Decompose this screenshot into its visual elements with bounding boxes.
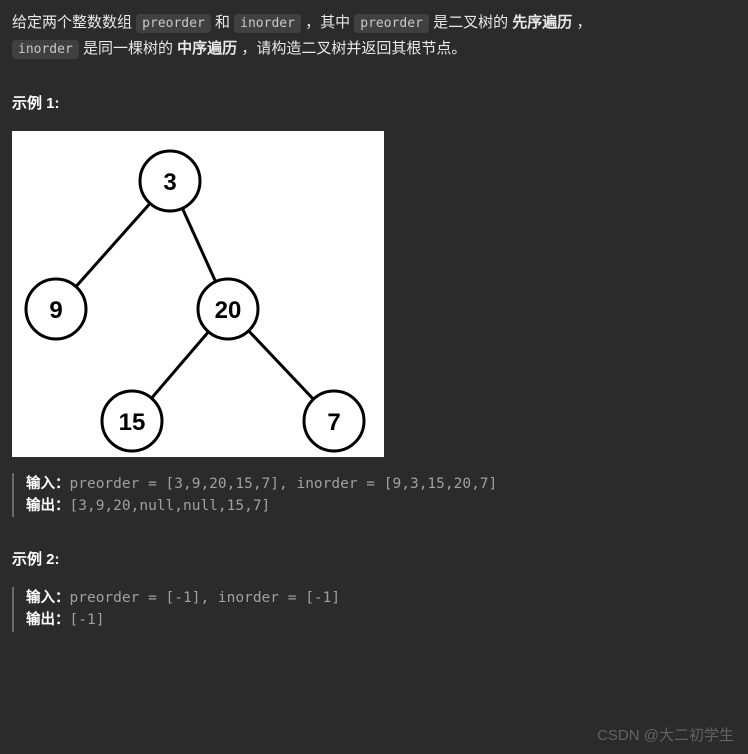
svg-text:20: 20 (215, 297, 242, 324)
tree-node-left: 9 (26, 279, 86, 339)
input-label: 输入： (26, 590, 70, 606)
code-inorder: inorder (12, 40, 79, 59)
input-value: preorder = [3,9,20,15,7], inorder = [9,3… (70, 476, 498, 492)
svg-text:7: 7 (327, 409, 340, 436)
svg-text:15: 15 (119, 409, 146, 436)
example1-io: 输入：preorder = [3,9,20,15,7], inorder = [… (12, 473, 736, 518)
io-line: 输出：[3,9,20,null,null,15,7] (26, 495, 736, 517)
desc-text: 是二叉树的 (433, 14, 508, 31)
code-preorder: preorder (136, 14, 211, 33)
input-label: 输入： (26, 476, 70, 492)
svg-text:3: 3 (163, 169, 176, 196)
tree-diagram: 3 9 20 15 7 (12, 131, 384, 457)
svg-text:9: 9 (49, 297, 62, 324)
desc-text: 和 (215, 14, 234, 31)
tree-node-right: 20 (198, 279, 258, 339)
input-value: preorder = [-1], inorder = [-1] (70, 590, 341, 606)
desc-text: 给定两个整数数组 (12, 14, 136, 31)
output-value: [-1] (70, 612, 105, 628)
problem-description: 给定两个整数数组 preorder 和 inorder ，其中 preorder… (12, 10, 736, 61)
desc-text: ，其中 (305, 14, 354, 31)
code-inorder: inorder (234, 14, 301, 33)
bold-preorder-traversal: 先序遍历 (512, 14, 572, 31)
desc-text: ，请构造二叉树并返回其根节点。 (241, 40, 466, 57)
binary-tree-svg: 3 9 20 15 7 (12, 131, 384, 457)
example2-io: 输入：preorder = [-1], inorder = [-1] 输出：[-… (12, 587, 736, 632)
io-line: 输出：[-1] (26, 609, 736, 631)
tree-node-right-right: 7 (304, 391, 364, 451)
desc-text: ， (576, 14, 591, 31)
example1-heading: 示例 1: (12, 91, 736, 117)
code-preorder: preorder (354, 14, 429, 33)
output-label: 输出： (26, 612, 70, 628)
output-value: [3,9,20,null,null,15,7] (70, 498, 271, 514)
io-line: 输入：preorder = [3,9,20,15,7], inorder = [… (26, 473, 736, 495)
output-label: 输出： (26, 498, 70, 514)
tree-node-root: 3 (140, 151, 200, 211)
tree-node-right-left: 15 (102, 391, 162, 451)
io-line: 输入：preorder = [-1], inorder = [-1] (26, 587, 736, 609)
bold-inorder-traversal: 中序遍历 (177, 40, 237, 57)
desc-text: 是同一棵树的 (83, 40, 173, 57)
watermark: CSDN @大二初学生 (597, 723, 734, 749)
example2-heading: 示例 2: (12, 547, 736, 573)
